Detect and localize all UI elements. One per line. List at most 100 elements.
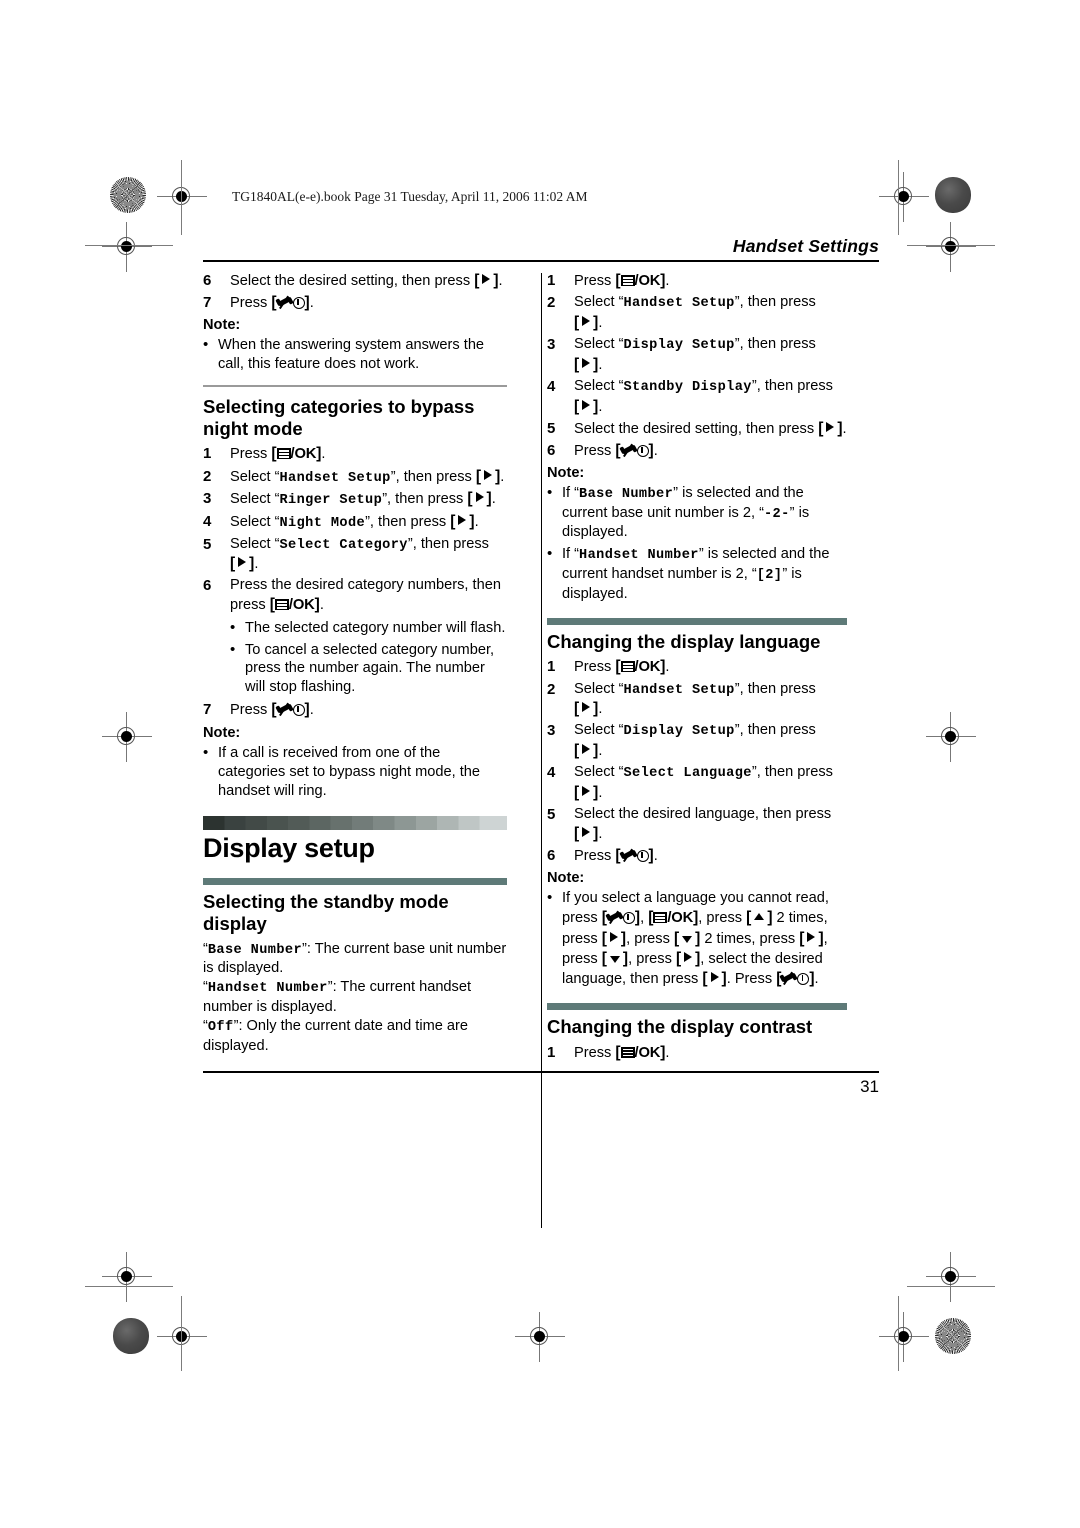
section-title-display-setup: Display setup <box>203 833 375 864</box>
menu-icon <box>274 599 289 611</box>
key-menu-ok: [/OK] <box>269 596 320 614</box>
step-item: 2 Select “Handset Setup”, then press []. <box>547 680 816 718</box>
key-offhook: [] <box>615 442 654 459</box>
menu-icon <box>620 661 635 673</box>
lcd-label: Handset Setup <box>623 682 735 698</box>
key-right: [] <box>475 467 501 485</box>
step-item: 5 Select the desired language, then pres… <box>547 806 832 843</box>
registration-mark-upper-right <box>926 222 976 272</box>
subsection-accent-bar <box>547 617 847 625</box>
key-down: [] <box>601 949 629 967</box>
note-text: , press <box>626 930 670 947</box>
note-bullet: When the answering system answers the ca… <box>203 335 507 374</box>
note-bullet: If “Base Number” is selected and the cur… <box>547 483 847 542</box>
note-bullet: The selected category number will flash. <box>230 618 507 638</box>
lcd-label: Handset Number <box>207 981 328 997</box>
arrow-right-icon <box>684 951 693 962</box>
column-divider <box>541 273 543 1229</box>
crop-line-left-v <box>181 160 183 235</box>
step-number: 2 <box>203 467 212 485</box>
key-down: [] <box>673 929 701 947</box>
step-number: 6 <box>547 442 556 459</box>
key-offhook: [] <box>271 294 310 312</box>
continued-steps-list: 6 Select the desired setting, then press… <box>203 271 507 313</box>
arrow-right-icon <box>826 421 835 432</box>
book-file-header: TG1840AL(e-e).book Page 31 Tuesday, Apri… <box>232 189 588 204</box>
step-number: 5 <box>203 535 212 553</box>
header-rule <box>203 260 879 263</box>
key-right: [] <box>799 929 824 947</box>
display-contrast-steps: 1 Press [/OK]. <box>547 1043 847 1063</box>
note-bullet: To cancel a selected category number, pr… <box>230 640 507 698</box>
key-right: [] <box>574 783 599 801</box>
subsection-title-display-contrast: Changing the display contrast <box>547 1015 813 1037</box>
definition-base-number: “Base Number”: The current base unit num… <box>203 940 507 977</box>
note-bullet-list: When the answering system answers the ca… <box>203 335 507 374</box>
lcd-value: [2] <box>756 568 783 584</box>
note-label: Note: <box>547 870 585 887</box>
note-text: , press <box>698 910 743 927</box>
power-icon <box>636 445 649 457</box>
right-column: 1 Press [/OK]. 2 Select “Handset Setup”,… <box>525 271 847 1065</box>
key-right: [] <box>675 949 701 967</box>
left-column: 6 Select the desired setting, then press… <box>203 271 525 1065</box>
step-number: 2 <box>547 294 556 312</box>
section-separator-rule <box>203 385 507 387</box>
step-number: 6 <box>547 847 556 865</box>
step-number: 2 <box>547 680 556 698</box>
arrow-right-icon <box>582 399 591 410</box>
key-offhook: [] <box>601 909 641 927</box>
key-right: [] <box>574 825 599 843</box>
crop-line-bottom-left-h <box>85 1286 173 1288</box>
two-column-layout: 6 Select the desired setting, then press… <box>203 271 879 1229</box>
crop-line-top-right-h <box>907 245 995 247</box>
note-bullet: If a call is received from one of the ca… <box>203 743 507 801</box>
step-item: 6 Select the desired setting, then press… <box>203 272 503 290</box>
phone-offhook-icon <box>277 703 292 717</box>
arrow-right-icon <box>807 931 816 942</box>
menu-icon <box>620 1046 635 1058</box>
arrow-right-icon <box>484 469 493 480</box>
note-bullet-list: If “Base Number” is selected and the cur… <box>547 483 847 604</box>
step-item: 3 Select “Ringer Setup”, then press []. <box>203 490 496 509</box>
key-right: [] <box>574 314 599 332</box>
lcd-label: Base Number <box>207 942 303 958</box>
key-up: [] <box>746 909 773 927</box>
menu-icon <box>620 275 635 287</box>
display-language-steps: 1 Press [/OK]. 2 Select “Handset Setup”,… <box>547 657 847 866</box>
step-number: 4 <box>203 512 212 530</box>
lcd-label: Standby Display <box>623 380 752 396</box>
arrow-right-icon <box>482 274 491 285</box>
step-number: 1 <box>547 1043 556 1061</box>
arrow-up-icon <box>754 913 765 921</box>
registration-mark-mid-right <box>926 712 976 762</box>
note-label: Note: <box>203 317 241 334</box>
step-number: 5 <box>547 419 556 437</box>
step-item: 7 Press []. <box>203 701 314 719</box>
arrow-right-icon <box>458 514 467 525</box>
step-item: 6 Press the desired category numbers, th… <box>203 577 501 614</box>
lcd-label: Display Setup <box>623 338 735 354</box>
subsection-title-standby-mode-display: Selecting the standby mode display <box>203 891 449 935</box>
key-menu-ok: [/OK] <box>615 272 666 290</box>
step-number: 6 <box>203 272 212 290</box>
key-right: [] <box>230 555 255 573</box>
arrow-down-icon <box>609 955 620 963</box>
subsection-accent-bar <box>203 878 507 886</box>
key-menu-ok: [/OK] <box>271 445 322 463</box>
step-item: 3 Select “Display Setup”, then press []. <box>547 336 816 373</box>
arrow-down-icon <box>682 935 693 943</box>
step-text: Select the desired setting, then press <box>230 273 471 290</box>
note-label: Note: <box>547 465 585 482</box>
step-item: 4 Select “Standby Display”, then press [… <box>547 378 833 415</box>
step-item: 4 Select “Night Mode”, then press []. <box>203 512 479 531</box>
arrow-right-icon <box>582 702 591 713</box>
arrow-right-icon <box>582 827 591 838</box>
step-number: 3 <box>547 336 556 354</box>
registration-mark-bottom-center <box>515 1312 565 1362</box>
menu-icon <box>276 448 291 460</box>
print-starburst-mark-bottom-right <box>935 1318 971 1354</box>
step-item: 3 Select “Display Setup”, then press []. <box>547 722 816 760</box>
registration-mark-lower-left <box>102 1252 152 1302</box>
key-right: [] <box>574 700 599 718</box>
